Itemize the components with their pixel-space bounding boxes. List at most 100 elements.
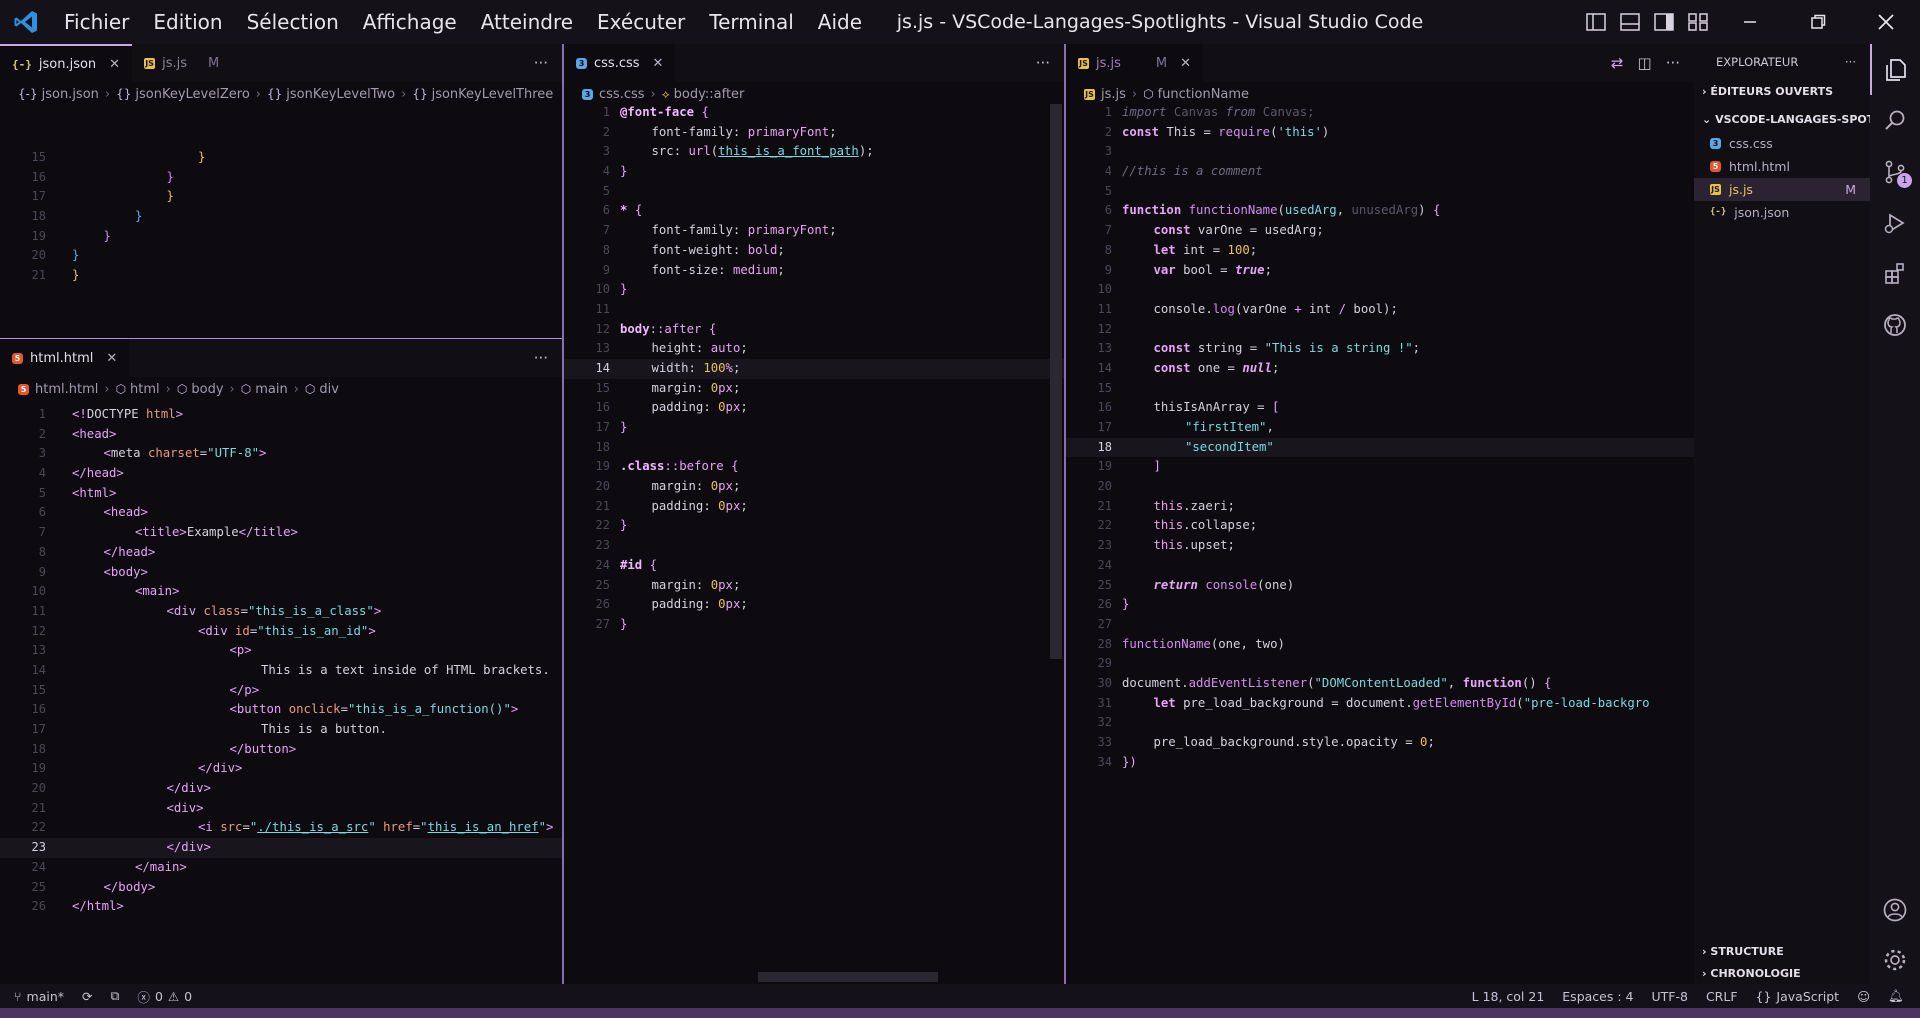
code-line[interactable]: 2 font-family: primaryFont; (564, 123, 1064, 143)
section-outline[interactable]: › STRUCTURE (1694, 940, 1870, 964)
toggle-panel-icon[interactable] (1616, 8, 1644, 36)
code-line[interactable]: 23 (564, 536, 1064, 556)
breadcrumb-item[interactable]: jsonKeyLevelZero (135, 87, 249, 102)
code-line[interactable]: 6 <head> (0, 503, 562, 523)
restore-icon[interactable] (1784, 0, 1852, 44)
breadcrumb-item[interactable]: div (319, 382, 339, 397)
code-line[interactable]: 19} (0, 227, 562, 247)
code-line[interactable]: 2 const This = require('this') (1066, 123, 1694, 143)
github-icon[interactable] (1870, 299, 1920, 350)
account-icon[interactable] (1870, 884, 1920, 935)
code-line[interactable]: 20 margin: 0px; (564, 477, 1064, 497)
code-editor[interactable]: 1 import Canvas from Canvas; 2 const This =… (1066, 103, 1694, 984)
toggle-secondary-sidebar-icon[interactable] (1650, 8, 1678, 36)
code-line[interactable]: 10} (564, 280, 1064, 300)
indentation[interactable]: Espaces : 4 (1553, 988, 1642, 1004)
code-line[interactable]: 17 This is a button. (0, 720, 562, 740)
customize-layout-icon[interactable] (1684, 8, 1712, 36)
code-line[interactable]: 12 body::after { (564, 320, 1064, 340)
compare-changes-icon[interactable]: ⇄ (1611, 54, 1624, 72)
code-line[interactable]: 11 console.log(varOne + int / bool); (1066, 300, 1694, 320)
code-editor[interactable]: 1 @font-face {2 font-family: primaryFont; 3… (564, 103, 1064, 984)
code-line[interactable]: 4 //this is a comment (1066, 162, 1694, 182)
code-editor[interactable]: 15} 16} 17} 18} 19} 20} 21} (0, 148, 562, 338)
code-line[interactable]: 31 let pre_load_background = document.get… (1066, 694, 1694, 714)
settings-gear-icon[interactable] (1870, 934, 1920, 985)
branch-status[interactable]: ⑂ main* (0, 989, 73, 1004)
more-actions-icon[interactable]: ··· (1845, 44, 1856, 80)
more-actions-icon[interactable]: ··· (534, 54, 548, 72)
code-line[interactable]: 8 </head> (0, 543, 562, 563)
code-line[interactable]: 33 pre_load_background.style.opacity = 0; (1066, 733, 1694, 753)
language-mode[interactable]: {} JavaScript (1747, 988, 1849, 1004)
menu-executer[interactable]: Exécuter (585, 0, 697, 44)
code-line[interactable]: 13 height: auto; (564, 339, 1064, 359)
code-line[interactable]: 25 margin: 0px; (564, 576, 1064, 596)
code-line[interactable]: 3 (1066, 142, 1694, 162)
tab-js-js[interactable]: JS js.js M ✕ (1066, 44, 1204, 82)
line-ending[interactable]: CRLF (1697, 988, 1747, 1004)
close-icon[interactable]: ✕ (106, 351, 117, 366)
menu-fichier[interactable]: Fichier (52, 0, 141, 44)
code-line[interactable]: 34}) (1066, 753, 1694, 773)
code-line[interactable]: 18 </button> (0, 740, 562, 760)
section-timeline[interactable]: › CHRONOLOGIE (1694, 962, 1870, 986)
code-line[interactable]: 4 </head> (0, 464, 562, 484)
tab-css-css[interactable]: 3 css.css ✕ (564, 44, 676, 82)
menu-affichage[interactable]: Affichage (351, 0, 469, 44)
code-line[interactable]: 1 import Canvas from Canvas; (1066, 103, 1694, 123)
notifications-bell-icon[interactable]: 🔔︎ (1879, 988, 1920, 1004)
code-line[interactable]: 8 let int = 100; (1066, 241, 1694, 261)
code-line[interactable]: 1 @font-face { (564, 103, 1064, 123)
code-line[interactable]: 26 padding: 0px; (564, 595, 1064, 615)
code-line[interactable]: 25 return console(one) (1066, 576, 1694, 596)
horizontal-scrollbar[interactable] (758, 972, 938, 982)
code-line[interactable]: 21 this.zaeri; (1066, 497, 1694, 517)
sync-icon[interactable]: ⟳ (73, 989, 101, 1004)
breadcrumb-item[interactable]: json.json (42, 87, 99, 102)
code-line[interactable]: 11 (564, 300, 1064, 320)
code-line[interactable]: 11 <div class="this_is_a_class"> (0, 602, 562, 622)
code-line[interactable]: 21 <div> (0, 799, 562, 819)
breadcrumb-item[interactable]: html (130, 382, 160, 397)
code-line[interactable]: 17} (0, 187, 562, 207)
search-icon[interactable] (1870, 95, 1920, 146)
code-line[interactable]: 19 </div> (0, 759, 562, 779)
code-line[interactable]: 20 (1066, 477, 1694, 497)
code-line[interactable]: 9 font-size: medium; (564, 261, 1064, 281)
toggle-primary-sidebar-icon[interactable] (1582, 8, 1610, 36)
code-line[interactable]: 21} (0, 266, 562, 286)
code-line[interactable]: 16 padding: 0px; (564, 398, 1064, 418)
extensions-icon[interactable] (1870, 248, 1920, 299)
code-line[interactable]: 18} (0, 207, 562, 227)
code-line[interactable]: 10 <main> (0, 582, 562, 602)
tab-json-json[interactable]: {-} json.json ✕ (0, 44, 133, 82)
code-line[interactable]: 12 (1066, 320, 1694, 340)
section-open-editors[interactable]: › ÉDITEURS OUVERTS (1694, 80, 1870, 104)
code-line[interactable]: 20 </div> (0, 779, 562, 799)
problems-status[interactable]: ⓧ 0 ⚠ 0 (128, 987, 201, 1006)
code-line[interactable]: 13 const string = "This is a string !"; (1066, 339, 1694, 359)
code-line[interactable]: 14 const one = null; (1066, 359, 1694, 379)
close-icon[interactable]: ✕ (1180, 56, 1191, 71)
encoding[interactable]: UTF-8 (1642, 988, 1696, 1004)
code-line[interactable]: 7 const varOne = usedArg; (1066, 221, 1694, 241)
breadcrumb-item[interactable]: jsonKeyLevelTwo (286, 87, 395, 102)
more-actions-icon[interactable]: ··· (1036, 54, 1050, 72)
run-debug-icon[interactable] (1870, 197, 1920, 248)
code-line[interactable]: 16 <button onclick="this_is_a_function()"… (0, 700, 562, 720)
section-workspace[interactable]: ⌄ VSCODE-LANGAGES-SPOT... (1694, 108, 1870, 132)
code-line[interactable]: 22 <i src="./this_is_a_src" href="this_is… (0, 818, 562, 838)
breadcrumb-item[interactable]: jsonKeyLevelThree (432, 87, 554, 102)
code-line[interactable]: 30 document.addEventListener("DOMContentL… (1066, 674, 1694, 694)
breadcrumb-item[interactable]: js.js (1101, 87, 1126, 102)
code-line[interactable]: 18 (564, 438, 1064, 458)
code-line[interactable]: 26 </html> (0, 897, 562, 917)
more-actions-icon[interactable]: ··· (1666, 54, 1680, 72)
code-line[interactable]: 14 width: 100%; (564, 358, 1064, 379)
source-control-icon[interactable]: 1 (1870, 146, 1920, 197)
code-line[interactable]: 3 src: url(this_is_a_font_path); (564, 142, 1064, 162)
code-line[interactable]: 4} (564, 162, 1064, 182)
code-line[interactable]: 15 (1066, 379, 1694, 399)
menu-edition[interactable]: Edition (141, 0, 234, 44)
